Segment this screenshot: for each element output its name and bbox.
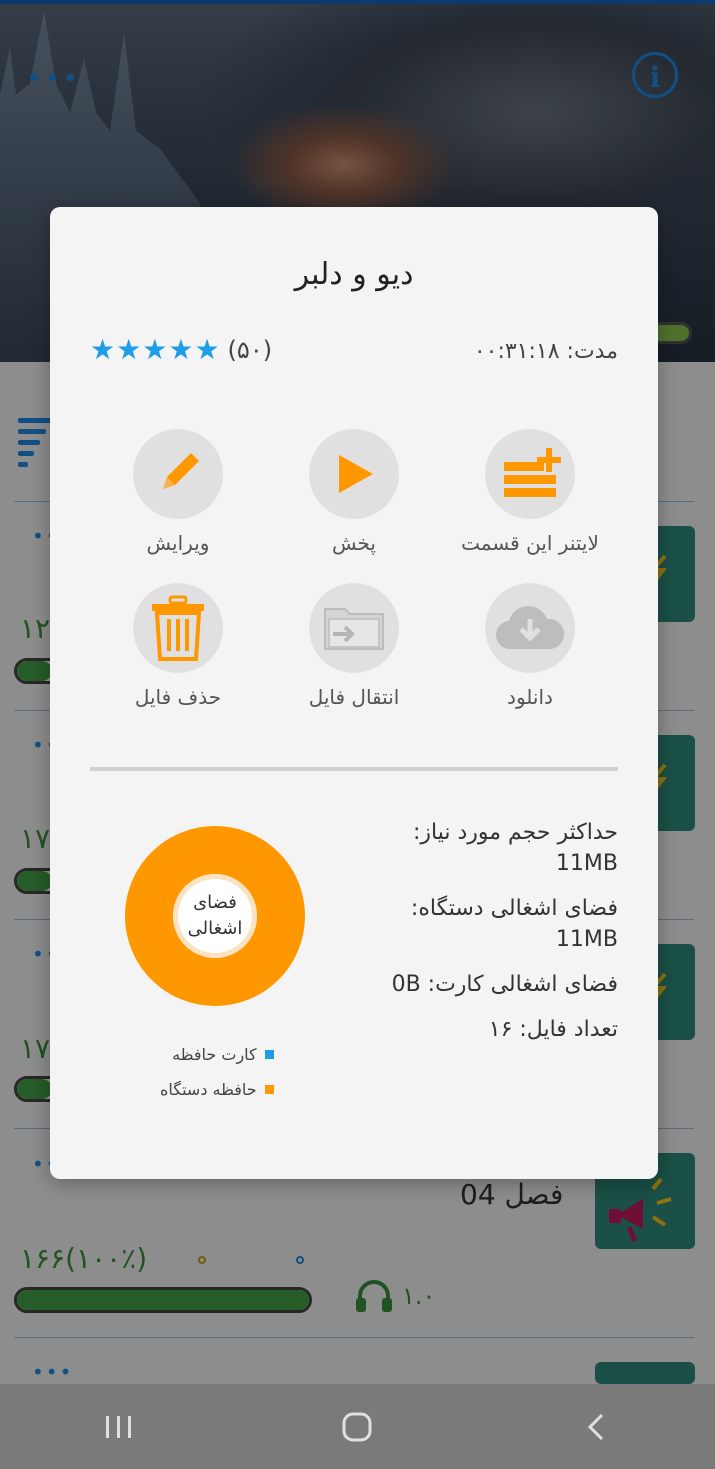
move-file-button[interactable]: انتقال فایل (274, 583, 434, 709)
legend-item-device: حافظه دستگاه (160, 1080, 274, 1099)
download-circle (485, 583, 575, 673)
trash-icon (152, 595, 204, 661)
add-to-queue-label: لایتنر این قسمت (461, 531, 599, 555)
home-icon (342, 1412, 372, 1441)
recents-icon (106, 1415, 132, 1438)
pencil-icon (163, 453, 199, 489)
max-size-label: حداکثر حجم مورد نیاز: (412, 820, 618, 845)
delete-circle (133, 583, 223, 673)
delete-file-label: حذف فایل (134, 685, 222, 709)
donut-center-line2: اشغالی (187, 918, 243, 939)
play-circle (309, 429, 399, 519)
legend-label-device: حافظه دستگاه (160, 1080, 257, 1099)
legend-swatch-device (264, 1085, 274, 1094)
star-icon: ★ (194, 333, 220, 366)
max-size-value: 11MB (555, 851, 618, 876)
storage-stats: حداکثر حجم مورد نیاز: 11MB فضای اشغالی د… (318, 817, 618, 1059)
rating-stars: ★ ★ ★ ★ ★ (90, 335, 220, 365)
star-icon: ★ (116, 333, 142, 366)
recents-button[interactable] (89, 1397, 149, 1457)
back-icon (587, 1413, 603, 1440)
dialog-title: دیو و دلبر (294, 257, 414, 292)
star-icon: ★ (168, 333, 194, 366)
donut-legend: کارت حافظه حافظه دستگاه (160, 1045, 274, 1115)
device-used-value: 11MB (555, 927, 618, 952)
device-used-label: فضای اشغالی دستگاه: (410, 896, 618, 921)
rating-count: (۵۰) (227, 336, 273, 364)
back-button[interactable] (566, 1397, 626, 1457)
dialog-divider (90, 767, 618, 771)
cloud-download-icon (495, 606, 565, 650)
file-count: تعداد فایل: ۱۶ (488, 1017, 618, 1042)
legend-label-card: کارت حافظه (172, 1045, 257, 1064)
edit-button[interactable]: ویرایش (98, 429, 258, 555)
delete-file-button[interactable]: حذف فایل (98, 583, 258, 709)
home-button[interactable] (327, 1397, 387, 1457)
move-file-circle (309, 583, 399, 673)
edit-circle (133, 429, 223, 519)
play-icon (339, 455, 373, 493)
add-to-list-icon (504, 448, 561, 497)
legend-item-card: کارت حافظه (160, 1045, 274, 1064)
edit-label: ویرایش (146, 531, 210, 555)
star-icon: ★ (142, 333, 168, 366)
rating: ★ ★ ★ ★ ★ (۵۰) (90, 335, 272, 365)
legend-swatch-card (264, 1050, 274, 1059)
add-to-queue-button[interactable]: لایتنر این قسمت (450, 429, 610, 555)
download-label: دانلود (507, 685, 553, 709)
play-label: پخش (332, 531, 376, 555)
add-to-queue-circle (485, 429, 575, 519)
download-button[interactable]: دانلود (450, 583, 610, 709)
duration: مدت: ۰۰:۳۱:۱۸ (473, 339, 618, 364)
move-file-label: انتقال فایل (308, 685, 400, 709)
folder-move-icon (324, 608, 384, 650)
episode-details-dialog: دیو و دلبر ★ ★ ★ ★ ★ (۵۰) مدت: ۰۰:۳۱:۱۸ … (50, 207, 658, 1179)
system-nav-bar (0, 1384, 715, 1469)
storage-donut-chart: فضای اشغالی (124, 825, 306, 1007)
star-icon: ★ (90, 333, 116, 366)
donut-center-label: فضای اشغالی (124, 825, 306, 1007)
play-button[interactable]: پخش (274, 429, 434, 555)
card-used: فضای اشغالی کارت: 0B (391, 972, 618, 997)
donut-center-line1: فضای (193, 892, 237, 913)
